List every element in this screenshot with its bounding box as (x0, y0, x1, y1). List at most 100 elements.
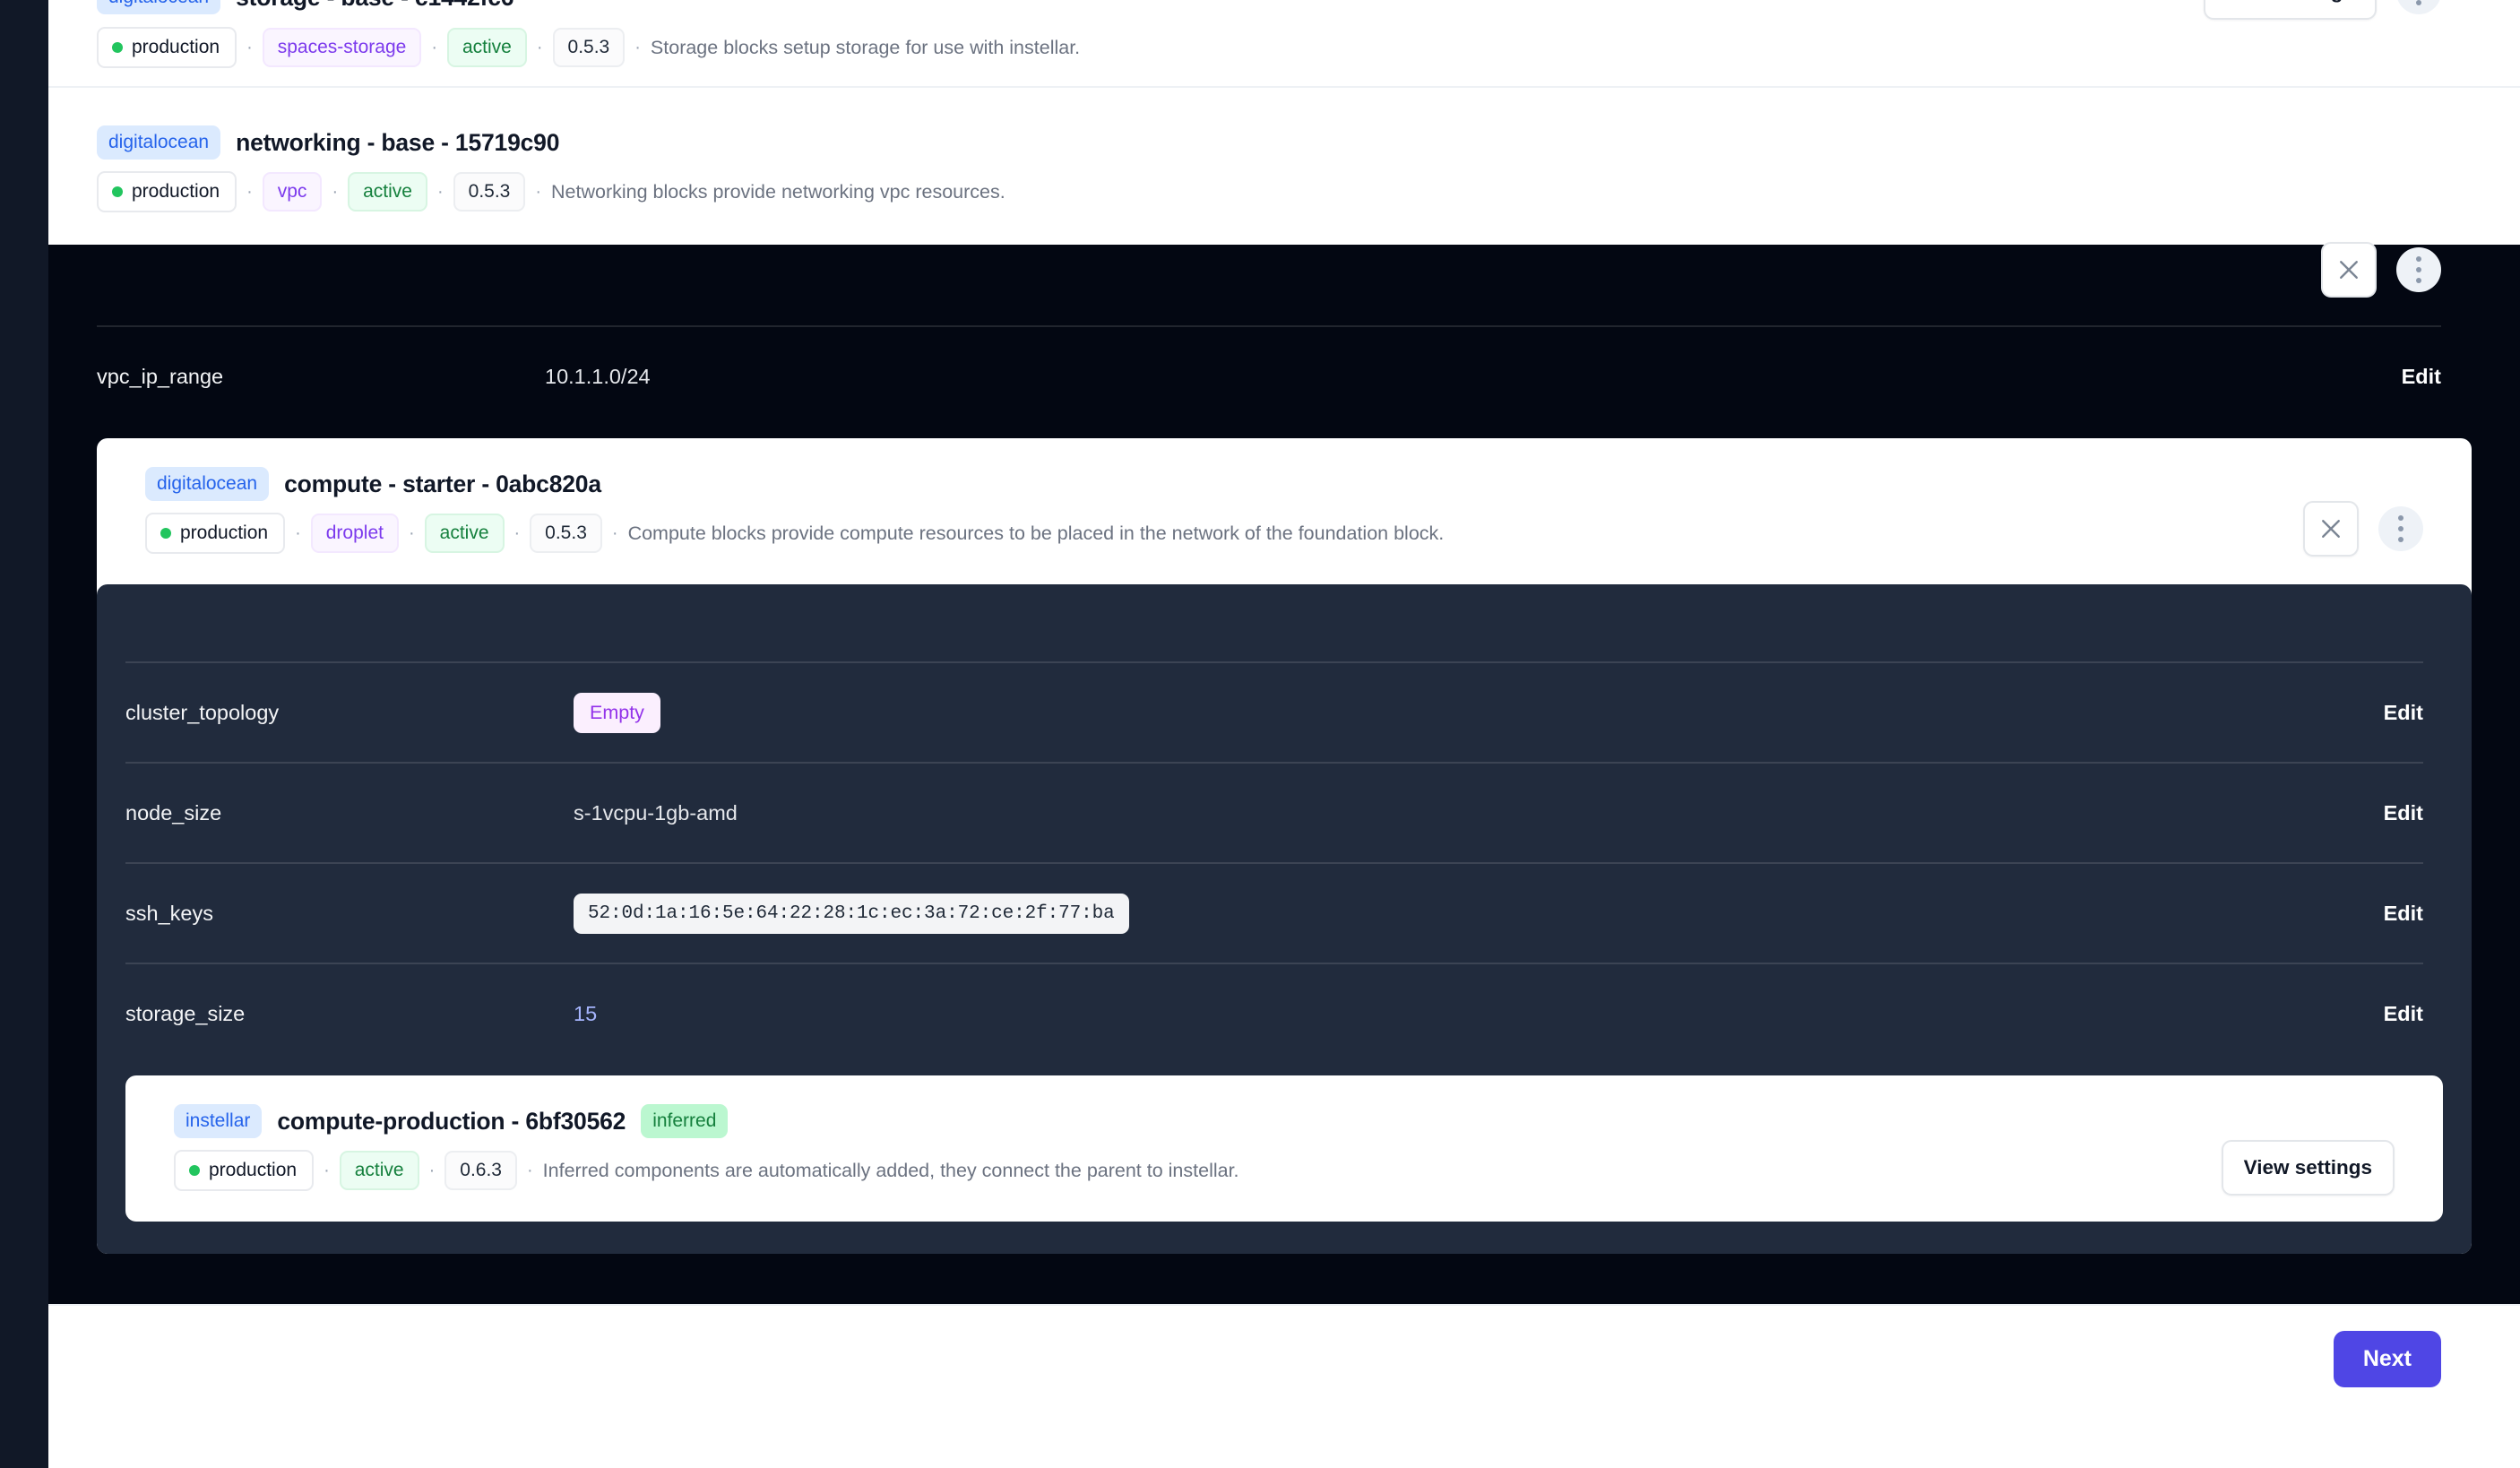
config-row: node_size s-1vcpu-1gb-amd Edit (125, 762, 2423, 862)
meta-separator: · (536, 38, 543, 57)
config-row: vpc_ip_range 10.1.1.0/24 Edit (97, 325, 2441, 426)
component-description: Networking blocks provide networking vpc… (551, 180, 1005, 203)
row-actions-inferred: View settings (2221, 1140, 2395, 1196)
more-options-button[interactable] (2396, 0, 2441, 14)
networking-config-list: vpc_ip_range 10.1.1.0/24 Edit (48, 325, 2520, 426)
component-card-compute: digitalocean compute - starter - 0abc820… (97, 438, 2472, 1254)
compute-config-list: cluster_topology Empty Edit node_size s-… (97, 661, 2472, 1063)
networking-config-panel: vpc_ip_range 10.1.1.0/24 Edit digitaloce… (48, 245, 2520, 1304)
edit-link[interactable]: Edit (2384, 701, 2423, 725)
compute-config-panel: cluster_topology Empty Edit node_size s-… (97, 584, 2472, 1254)
environment-badge: production (97, 27, 237, 68)
config-row: ssh_keys 52:0d:1a:16:5e:64:22:28:1c:ec:3… (125, 862, 2423, 963)
remove-component-button[interactable] (2303, 501, 2359, 557)
kebab-dot-icon (2416, 267, 2421, 272)
component-description: Compute blocks provide compute resources… (627, 522, 1445, 544)
config-row: storage_size 15 Edit (125, 963, 2423, 1063)
version-badge: 0.6.3 (444, 1151, 517, 1190)
environment-badge: production (174, 1150, 315, 1191)
status-dot-icon (189, 1164, 200, 1176)
inferred-badge: inferred (641, 1104, 729, 1138)
meta-separator: · (295, 523, 301, 543)
config-value-text: s-1vcpu-1gb-amd (574, 800, 738, 825)
config-key: ssh_keys (125, 901, 213, 925)
kebab-dot-icon (2398, 515, 2403, 521)
kebab-dot-icon (2416, 278, 2421, 283)
kind-badge: spaces-storage (262, 28, 422, 67)
version-badge: 0.5.3 (530, 514, 602, 553)
kebab-dot-icon (2398, 537, 2403, 542)
config-value-number: 15 (574, 1001, 598, 1025)
meta-separator: · (513, 523, 521, 543)
meta-separator: · (535, 182, 542, 202)
meta-separator: · (431, 38, 437, 57)
edit-link[interactable]: Edit (2384, 1002, 2423, 1026)
component-card-inferred: instellar compute-production - 6bf30562 … (125, 1075, 2443, 1222)
config-key: vpc_ip_range (97, 364, 224, 388)
row-actions-networking (2321, 242, 2441, 298)
status-badge: active (424, 514, 505, 553)
next-button[interactable]: Next (2333, 1330, 2441, 1387)
empty-value-badge: Empty (574, 692, 660, 733)
meta-separator: · (634, 38, 641, 57)
environment-label: production (209, 1160, 298, 1180)
config-key: storage_size (125, 1001, 246, 1025)
component-title: storage - base - c1442fc6 (236, 0, 513, 12)
config-row: cluster_topology Empty Edit (125, 661, 2423, 762)
version-badge: 0.5.3 (453, 172, 526, 212)
edit-link[interactable]: Edit (2384, 801, 2423, 825)
wizard-footer: Next (48, 1304, 2520, 1412)
edit-link[interactable]: Edit (2402, 365, 2441, 389)
component-row-storage: digitalocean storage - base - c1442fc6 p… (48, 0, 2520, 86)
meta-separator: · (332, 182, 339, 202)
meta-separator: · (324, 1161, 330, 1180)
component-title: compute - starter - 0abc820a (284, 470, 601, 497)
status-badge: active (348, 172, 427, 212)
kebab-dot-icon (2398, 526, 2403, 531)
edit-link[interactable]: Edit (2384, 902, 2423, 926)
environment-label: production (180, 522, 269, 543)
component-meta: production · spaces-storage · active · 0… (97, 27, 2441, 68)
remove-component-button[interactable] (2321, 242, 2377, 298)
provider-badge: digitalocean (97, 125, 221, 160)
row-actions-storage: View settings (2203, 0, 2441, 20)
component-description: Inferred components are automatically ad… (542, 1159, 1239, 1181)
status-badge: active (447, 28, 527, 67)
environment-badge: production (145, 513, 286, 554)
component-meta: production · vpc · active · 0.5.3 · Netw… (97, 171, 2441, 212)
compute-card-header: digitalocean compute - starter - 0abc820… (97, 438, 2472, 584)
view-settings-button[interactable]: View settings (2221, 1140, 2395, 1196)
config-value: 52:0d:1a:16:5e:64:22:28:1c:ec:3a:72:ce:2… (574, 893, 2384, 934)
status-dot-icon (112, 186, 123, 197)
provider-badge: digitalocean (97, 0, 221, 14)
close-icon (2340, 261, 2358, 279)
main-stage: digitalocean storage - base - c1442fc6 p… (48, 0, 2520, 1468)
kind-badge: vpc (262, 172, 323, 212)
meta-separator: · (246, 38, 253, 57)
kind-badge: droplet (310, 514, 399, 553)
environment-badge: production (97, 171, 237, 212)
config-key: cluster_topology (125, 700, 280, 724)
more-options-button[interactable] (2378, 506, 2423, 551)
component-title: networking - base - 15719c90 (236, 128, 560, 156)
environment-label: production (132, 181, 220, 202)
component-title: compute-production - 6bf30562 (277, 1107, 626, 1135)
meta-separator: · (408, 523, 415, 543)
ssh-key-fingerprint: 52:0d:1a:16:5e:64:22:28:1c:ec:3a:72:ce:2… (574, 893, 1129, 934)
status-dot-icon (112, 41, 123, 53)
meta-separator: · (436, 182, 444, 202)
version-badge: 0.5.3 (552, 28, 626, 67)
config-key: node_size (125, 800, 222, 825)
config-value: Empty (574, 692, 2384, 733)
view-settings-button[interactable]: View settings (2203, 0, 2377, 20)
config-value: 10.1.1.0/24 (545, 365, 2402, 389)
config-value: s-1vcpu-1gb-amd (574, 801, 2384, 825)
meta-separator: · (246, 182, 253, 202)
more-options-button[interactable] (2396, 247, 2441, 292)
meta-separator: · (428, 1161, 436, 1180)
component-meta: production · active · 0.6.3 · Inferred c… (174, 1150, 2395, 1191)
config-value-text: 10.1.1.0/24 (545, 364, 651, 388)
component-description: Storage blocks setup storage for use wit… (650, 36, 1081, 58)
environment-label: production (132, 37, 220, 57)
status-dot-icon (160, 527, 171, 539)
